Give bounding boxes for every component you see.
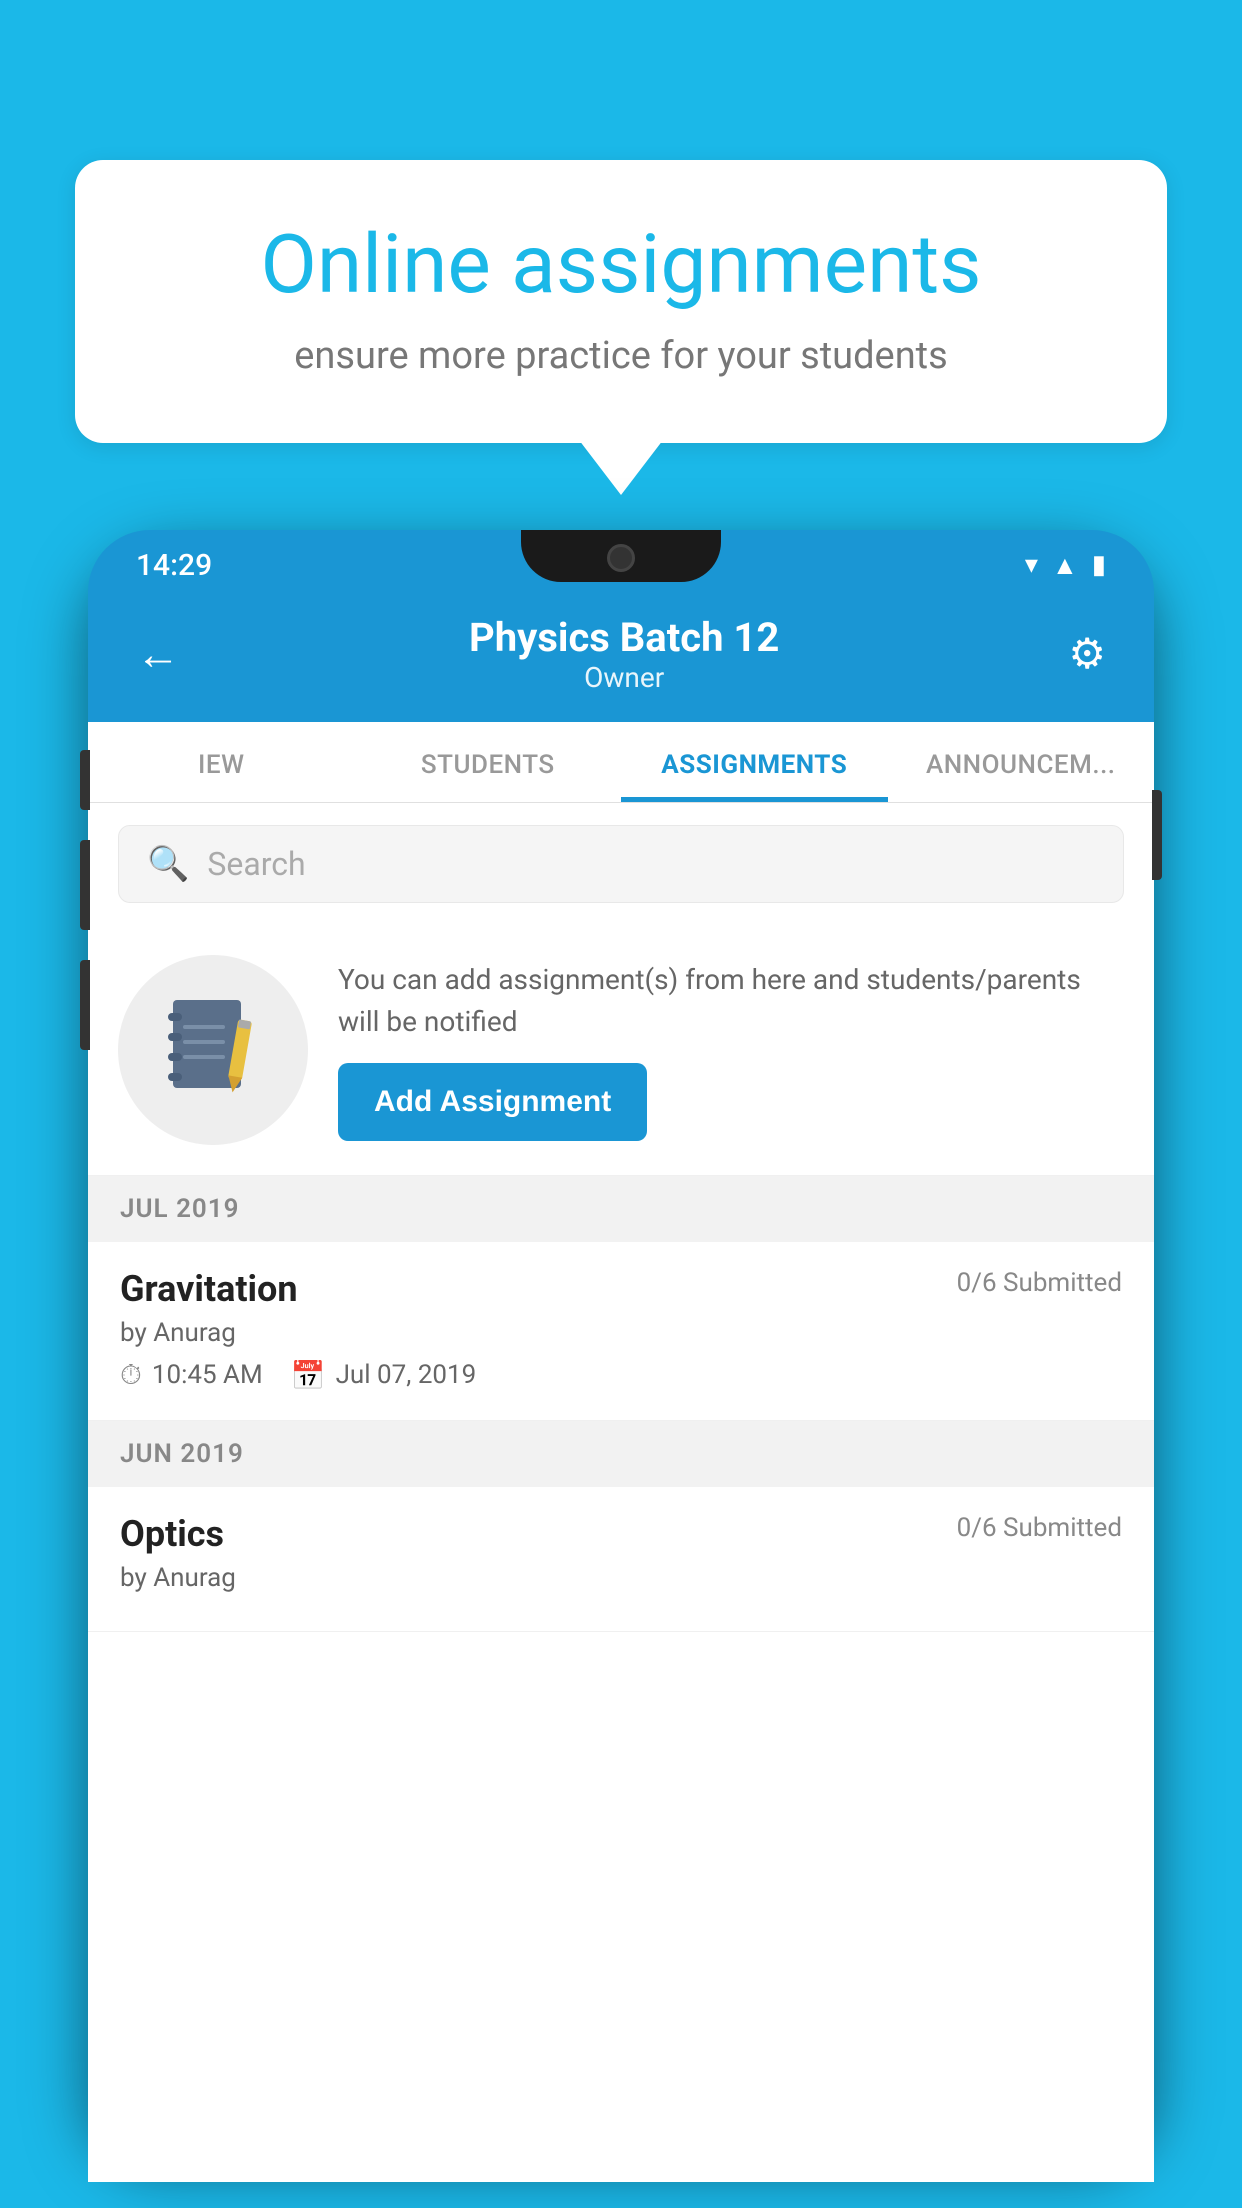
assignment-time: ⏱ 10:45 AM — [120, 1358, 263, 1392]
assignment-time-value: 10:45 AM — [152, 1360, 263, 1390]
bubble-subtitle: ensure more practice for your students — [145, 334, 1097, 378]
phone-frame: 14:29 ▾ ▲ ▮ ← Physics Batch 12 Owner ⚙ I… — [88, 530, 1154, 2208]
volume-up-button — [80, 840, 90, 930]
section-label-jul: JUL 2019 — [120, 1194, 240, 1224]
status-icons: ▾ ▲ ▮ — [1025, 550, 1106, 581]
back-button[interactable]: ← — [136, 628, 180, 680]
assignment-date: 📅 Jul 07, 2019 — [291, 1359, 477, 1392]
assignment-gravitation[interactable]: Gravitation 0/6 Submitted by Anurag ⏱ 10… — [88, 1242, 1154, 1421]
header-title: Physics Batch 12 — [469, 614, 779, 661]
assignment-optics[interactable]: Optics 0/6 Submitted by Anurag — [88, 1487, 1154, 1632]
assignment-submitted-gravitation: 0/6 Submitted — [957, 1268, 1122, 1298]
phone-notch — [521, 530, 721, 582]
speech-bubble-wrapper: Online assignments ensure more practice … — [75, 160, 1167, 443]
search-bar[interactable]: 🔍 Search — [118, 825, 1124, 903]
clock-icon: ⏱ — [120, 1358, 142, 1392]
assignment-optics-top-row: Optics 0/6 Submitted — [120, 1513, 1122, 1555]
header-center: Physics Batch 12 Owner — [469, 614, 779, 694]
phone-outer: 14:29 ▾ ▲ ▮ ← Physics Batch 12 Owner ⚙ I… — [88, 530, 1154, 2150]
tab-students[interactable]: STUDENTS — [355, 722, 622, 802]
info-section: You can add assignment(s) from here and … — [88, 925, 1154, 1176]
camera-lens — [607, 544, 635, 572]
search-bar-wrapper: 🔍 Search — [88, 803, 1154, 925]
tabs-bar: IEW STUDENTS ASSIGNMENTS ANNOUNCEM... — [88, 722, 1154, 803]
assignment-by-optics: by Anurag — [120, 1563, 1122, 1593]
wifi-icon: ▾ — [1025, 550, 1038, 580]
tab-announcements[interactable]: ANNOUNCEM... — [888, 722, 1155, 802]
phone-content: 🔍 Search — [88, 803, 1154, 2182]
tab-iew[interactable]: IEW — [88, 722, 355, 802]
assignment-top-row: Gravitation 0/6 Submitted — [120, 1268, 1122, 1310]
assignment-date-value: Jul 07, 2019 — [336, 1360, 477, 1390]
notebook-icon-wrapper — [118, 955, 308, 1145]
info-description: You can add assignment(s) from here and … — [338, 959, 1124, 1043]
tab-assignments[interactable]: ASSIGNMENTS — [621, 722, 888, 802]
speech-bubble: Online assignments ensure more practice … — [75, 160, 1167, 443]
assignment-by-gravitation: by Anurag — [120, 1318, 1122, 1348]
search-placeholder: Search — [207, 845, 305, 883]
info-text: You can add assignment(s) from here and … — [338, 959, 1124, 1141]
search-icon: 🔍 — [147, 844, 189, 884]
section-label-jun: JUN 2019 — [120, 1439, 244, 1469]
volume-down-button — [80, 960, 90, 1050]
assignment-meta-gravitation: ⏱ 10:45 AM 📅 Jul 07, 2019 — [120, 1358, 1122, 1392]
settings-icon[interactable]: ⚙ — [1068, 629, 1106, 679]
calendar-icon: 📅 — [291, 1359, 326, 1392]
app-header: ← Physics Batch 12 Owner ⚙ — [88, 592, 1154, 722]
section-jun-2019: JUN 2019 — [88, 1421, 1154, 1487]
notebook-icon — [163, 995, 263, 1105]
assignment-title-optics: Optics — [120, 1513, 224, 1555]
power-button — [1152, 790, 1162, 880]
header-subtitle: Owner — [469, 661, 779, 694]
signal-icon: ▲ — [1052, 550, 1078, 581]
assignment-title-gravitation: Gravitation — [120, 1268, 298, 1310]
add-assignment-button[interactable]: Add Assignment — [338, 1063, 647, 1141]
bubble-title: Online assignments — [145, 220, 1097, 310]
assignment-submitted-optics: 0/6 Submitted — [957, 1513, 1122, 1543]
section-jul-2019: JUL 2019 — [88, 1176, 1154, 1242]
battery-icon: ▮ — [1092, 550, 1106, 580]
status-time: 14:29 — [136, 548, 212, 583]
